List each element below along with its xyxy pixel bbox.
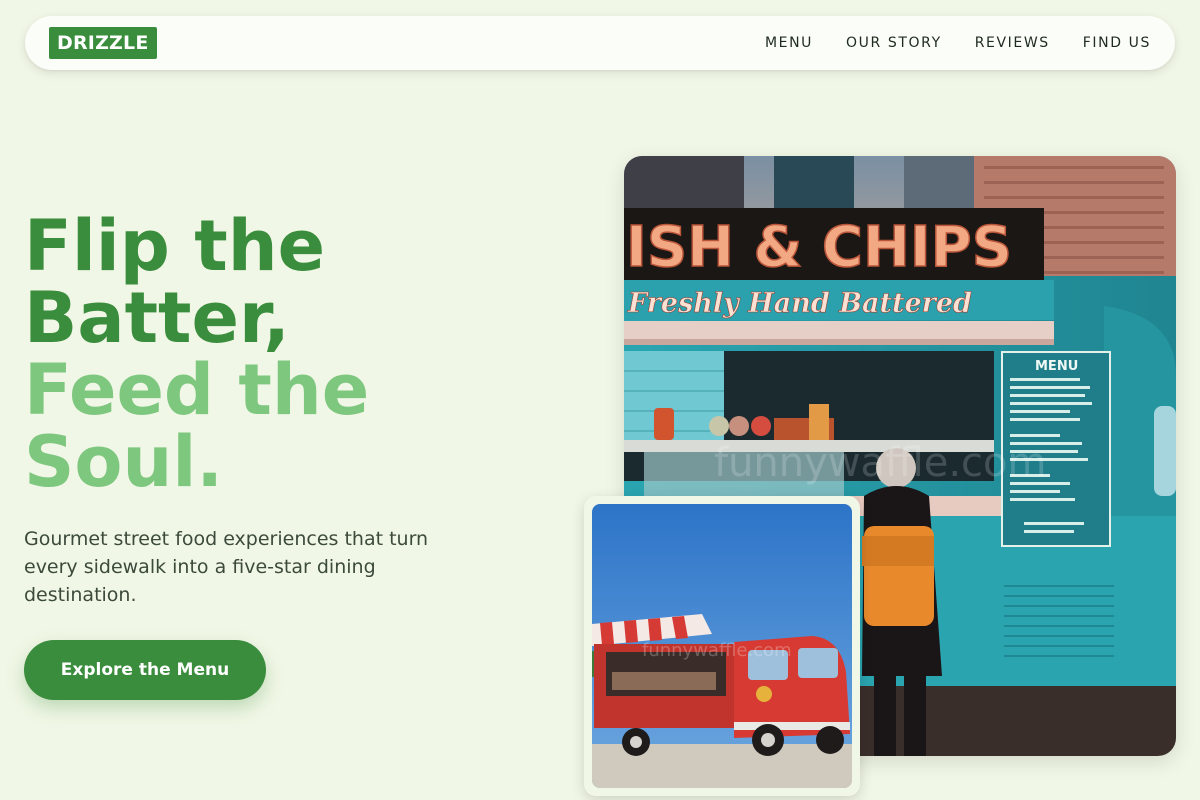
hero-title-line-4: Soul.	[24, 421, 223, 503]
hero-title-line-2: Batter,	[24, 277, 290, 359]
red-van-photo: funnywaffle.com	[592, 504, 852, 788]
svg-text:funnywaffle.com: funnywaffle.com	[714, 440, 1046, 486]
nav-link-reviews[interactable]: REVIEWS	[975, 35, 1050, 51]
brand-logo[interactable]: DRIZZLE	[49, 27, 157, 59]
hero-subtitle: Gourmet street food experiences that tur…	[24, 528, 429, 606]
nav-link-menu[interactable]: MENU	[765, 35, 813, 51]
hero-title-line-3: Feed the	[24, 349, 370, 431]
red-van-photo-card: funnywaffle.com	[584, 496, 860, 796]
hero-title: Flip the Batter, Feed the Soul.	[24, 210, 369, 498]
nav-links: MENU OUR STORY REVIEWS FIND US	[732, 35, 1151, 51]
svg-text:funnywaffle.com: funnywaffle.com	[642, 640, 792, 661]
explore-menu-button[interactable]: Explore the Menu	[24, 640, 266, 700]
truck-sign-text: ISH & CHIPS	[626, 215, 1012, 280]
hero-title-line-1: Flip the	[24, 205, 326, 287]
nav-link-our-story[interactable]: OUR STORY	[846, 35, 942, 51]
top-navigation: DRIZZLE MENU OUR STORY REVIEWS FIND US	[25, 16, 1175, 70]
truck-banner-text: Freshly Hand Battered	[627, 288, 972, 319]
nav-link-find-us[interactable]: FIND US	[1083, 35, 1151, 51]
menu-board-title: MENU	[1035, 359, 1078, 374]
